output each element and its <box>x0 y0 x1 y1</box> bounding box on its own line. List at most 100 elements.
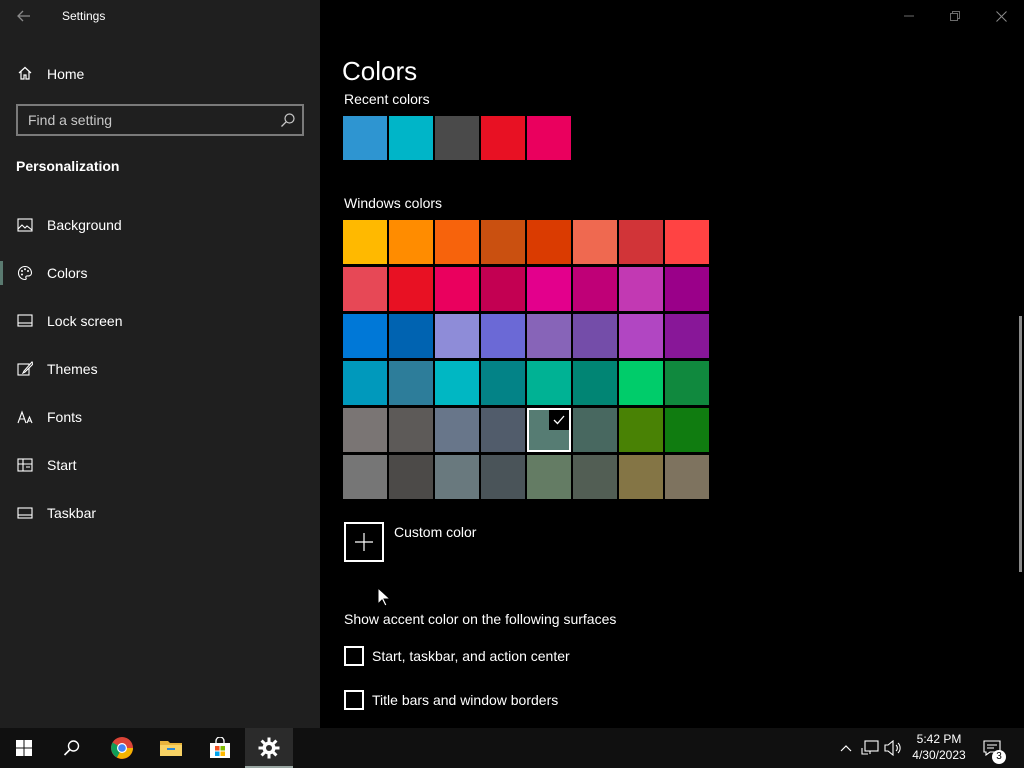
scrollbar-thumb[interactable] <box>1019 316 1022 572</box>
search-box[interactable] <box>16 104 304 136</box>
checkbox-label: Title bars and window borders <box>372 692 559 708</box>
font-icon <box>16 408 34 426</box>
back-button[interactable] <box>10 4 38 28</box>
recent-color-swatch[interactable] <box>481 116 525 160</box>
sidebar-item-themes[interactable]: Themes <box>0 349 320 389</box>
checkmark-icon <box>549 410 569 430</box>
color-swatch[interactable] <box>435 408 479 452</box>
recent-color-swatch[interactable] <box>343 116 387 160</box>
sidebar-item-background[interactable]: Background <box>0 205 320 245</box>
color-swatch[interactable] <box>343 314 387 358</box>
taskbar-store[interactable] <box>196 728 244 768</box>
color-swatch[interactable] <box>665 408 709 452</box>
chrome-icon <box>111 737 133 759</box>
checkbox-start-taskbar[interactable]: Start, taskbar, and action center <box>344 646 570 666</box>
sidebar-item-label: Taskbar <box>47 505 97 521</box>
color-swatch[interactable] <box>527 408 571 452</box>
sidebar-item-colors[interactable]: Colors <box>0 253 320 293</box>
custom-color-button[interactable] <box>344 522 384 562</box>
sidebar-item-fonts[interactable]: Fonts <box>0 397 320 437</box>
color-swatch[interactable] <box>481 455 525 499</box>
color-swatch[interactable] <box>343 408 387 452</box>
color-swatch[interactable] <box>619 455 663 499</box>
sidebar-item-start[interactable]: Start <box>0 445 320 485</box>
color-swatch[interactable] <box>481 361 525 405</box>
close-button[interactable] <box>978 0 1024 32</box>
color-swatch[interactable] <box>435 220 479 264</box>
color-swatch[interactable] <box>665 220 709 264</box>
start-button[interactable] <box>0 728 48 768</box>
color-swatch[interactable] <box>527 267 571 311</box>
color-swatch[interactable] <box>573 455 617 499</box>
search-icon <box>63 740 80 756</box>
show-hidden-icons-button[interactable] <box>836 738 856 758</box>
color-swatch[interactable] <box>665 361 709 405</box>
color-swatch[interactable] <box>343 220 387 264</box>
color-swatch[interactable] <box>573 314 617 358</box>
color-swatch[interactable] <box>573 267 617 311</box>
checkbox[interactable] <box>344 690 364 710</box>
color-swatch[interactable] <box>389 314 433 358</box>
taskbar-chrome[interactable] <box>98 728 146 768</box>
recent-color-swatch[interactable] <box>435 116 479 160</box>
sidebar-item-lock-screen[interactable]: Lock screen <box>0 301 320 341</box>
color-swatch[interactable] <box>619 361 663 405</box>
color-swatch[interactable] <box>389 408 433 452</box>
mouse-cursor-icon <box>377 587 391 607</box>
clock[interactable]: 5:42 PM 4/30/2023 <box>900 731 978 763</box>
color-swatch[interactable] <box>435 361 479 405</box>
sidebar-item-home[interactable]: Home <box>0 56 320 90</box>
color-swatch[interactable] <box>435 314 479 358</box>
color-swatch[interactable] <box>343 361 387 405</box>
brush-icon <box>16 360 34 378</box>
color-swatch[interactable] <box>619 314 663 358</box>
color-swatch[interactable] <box>665 314 709 358</box>
network-button[interactable] <box>860 738 880 758</box>
color-swatch[interactable] <box>573 408 617 452</box>
sidebar-item-label: Start <box>47 457 77 473</box>
sidebar: Settings Home Personalization Background… <box>0 0 320 728</box>
minimize-button[interactable] <box>886 0 932 32</box>
color-swatch[interactable] <box>389 455 433 499</box>
color-swatch[interactable] <box>573 361 617 405</box>
back-arrow-icon <box>17 10 30 22</box>
checkbox-title-bars[interactable]: Title bars and window borders <box>344 690 558 710</box>
taskbar: 5:42 PM 4/30/2023 3 <box>0 728 1024 768</box>
close-icon <box>995 10 1007 22</box>
sidebar-item-taskbar[interactable]: Taskbar <box>0 493 320 533</box>
search-icon[interactable] <box>280 112 296 128</box>
accent-surfaces-label: Show accent color on the following surfa… <box>344 611 617 627</box>
recent-color-swatch[interactable] <box>389 116 433 160</box>
color-swatch[interactable] <box>435 267 479 311</box>
color-swatch[interactable] <box>343 267 387 311</box>
color-swatch[interactable] <box>619 267 663 311</box>
color-swatch[interactable] <box>389 220 433 264</box>
color-swatch[interactable] <box>619 408 663 452</box>
color-swatch[interactable] <box>481 314 525 358</box>
windows-colors-label: Windows colors <box>344 195 443 211</box>
restore-button[interactable] <box>932 0 978 32</box>
color-swatch[interactable] <box>573 220 617 264</box>
color-swatch[interactable] <box>665 455 709 499</box>
color-swatch[interactable] <box>665 267 709 311</box>
color-swatch[interactable] <box>343 455 387 499</box>
taskbar-file-explorer[interactable] <box>147 728 195 768</box>
color-swatch[interactable] <box>389 267 433 311</box>
recent-color-swatch[interactable] <box>527 116 571 160</box>
custom-color-label[interactable]: Custom color <box>394 524 476 540</box>
color-swatch[interactable] <box>389 361 433 405</box>
color-swatch[interactable] <box>527 361 571 405</box>
taskbar-settings[interactable] <box>245 728 293 768</box>
color-swatch[interactable] <box>481 267 525 311</box>
color-swatch[interactable] <box>527 220 571 264</box>
store-icon <box>210 737 230 758</box>
checkbox[interactable] <box>344 646 364 666</box>
color-swatch[interactable] <box>481 220 525 264</box>
taskbar-search-button[interactable] <box>48 728 96 768</box>
color-swatch[interactable] <box>481 408 525 452</box>
color-swatch[interactable] <box>435 455 479 499</box>
color-swatch[interactable] <box>619 220 663 264</box>
color-swatch[interactable] <box>527 314 571 358</box>
color-swatch[interactable] <box>527 455 571 499</box>
search-input[interactable] <box>28 111 268 129</box>
